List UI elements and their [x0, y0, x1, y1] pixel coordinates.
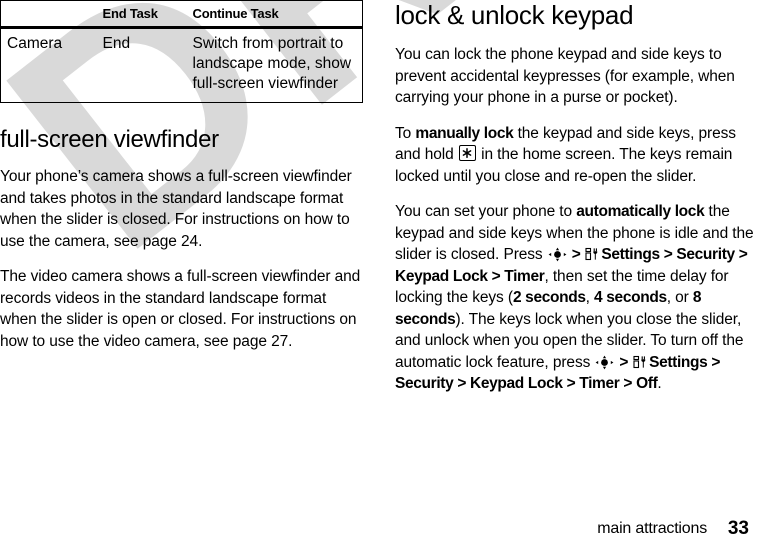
table-body: Camera End Switch from portrait to lands… — [1, 28, 363, 103]
path-separator-1: > — [567, 246, 585, 263]
table-header-row: End Task Continue Task — [0, 0, 363, 29]
task-behavior-table: End Task Continue Task Camera End Switch… — [0, 0, 363, 103]
path-separator-6: > — [707, 353, 721, 371]
option-separator-2: , or — [666, 289, 693, 306]
path-security-2: Security — [395, 375, 454, 392]
paragraph-manual-lock: To manually lock the keypad and side key… — [395, 123, 757, 188]
table-header: End Task Continue Task — [0, 0, 363, 29]
path-security: Security — [676, 246, 735, 263]
center-select-key-icon — [548, 247, 567, 262]
settings-tools-icon — [585, 247, 599, 261]
text-period: . — [657, 375, 662, 392]
manual-page: End Task Continue Task Camera End Switch… — [0, 0, 757, 547]
path-separator-2: > — [659, 246, 677, 263]
right-column: lock & unlock keypad You can lock the ph… — [395, 0, 757, 409]
center-select-key-icon — [595, 355, 614, 370]
path-timer-2: Timer — [579, 375, 620, 392]
path-settings: Settings — [601, 246, 660, 263]
option-2-seconds: 2 seconds — [512, 289, 586, 306]
path-off: Off — [636, 375, 658, 392]
cell-end-task: End — [102, 35, 131, 52]
left-column: End Task Continue Task Camera End Switch… — [0, 0, 363, 366]
paragraph-automatic-lock: You can set your phone to automatically … — [395, 201, 757, 395]
path-settings-2: Settings — [649, 353, 708, 371]
path-separator-9: > — [619, 375, 637, 392]
paragraph-video-viewfinder: The video camera shows a full-screen vie… — [0, 268, 361, 350]
settings-tools-icon — [633, 355, 647, 369]
text-lead: To — [395, 124, 416, 142]
path-separator-8: > — [562, 375, 580, 392]
term-manually-lock: manually lock — [415, 124, 514, 142]
path-keypad-lock: Keypad Lock — [395, 267, 488, 285]
table-header-feature — [0, 0, 97, 29]
table-header-end-task: End Task — [96, 0, 187, 29]
table-header-continue-task: Continue Task — [186, 0, 363, 29]
table-row: Camera End Switch from portrait to lands… — [1, 28, 363, 103]
path-separator-5: > — [615, 353, 633, 371]
path-timer: Timer — [504, 267, 545, 285]
cell-continue-task: Switch from portrait to landscape mode, … — [192, 35, 352, 92]
term-automatically-lock: automatically lock — [576, 203, 705, 220]
paragraph-lock-intro: You can lock the phone keypad and side k… — [395, 46, 735, 106]
footer-section-title: main attractions — [597, 520, 707, 537]
paragraph-camera-viewfinder: Your phone’s camera shows a full-screen … — [0, 168, 352, 250]
path-keypad-lock-2: Keypad Lock — [470, 375, 563, 392]
path-separator-3: > — [734, 246, 748, 263]
text-lead: You can set your phone to — [395, 203, 577, 220]
star-key-icon — [458, 145, 476, 161]
path-separator-7: > — [453, 375, 470, 392]
footer-page-number: 33 — [727, 518, 749, 539]
path-separator-4: > — [487, 267, 505, 285]
page-footer: main attractions 33 — [0, 511, 757, 541]
cell-feature: Camera — [7, 35, 63, 52]
heading-full-screen-viewfinder: full-screen viewfinder — [0, 126, 219, 153]
option-separator-1: , — [585, 289, 595, 306]
page-title: lock & unlock keypad — [395, 0, 634, 30]
option-4-seconds: 4 seconds — [594, 289, 667, 306]
